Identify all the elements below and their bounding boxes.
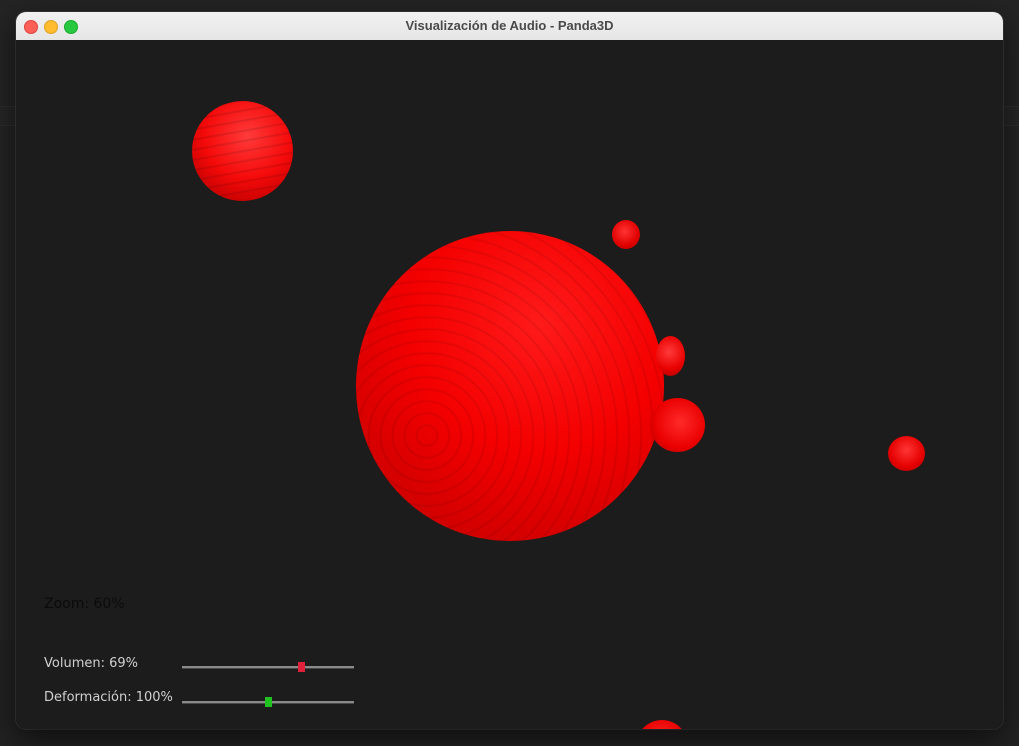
sphere-far-right [888, 436, 925, 471]
sphere-small-right-3 [650, 398, 705, 452]
deformation-label: Deformación: 100% [44, 690, 173, 705]
sphere-center-large [356, 231, 664, 541]
window-title: Visualización de Audio - Panda3D [405, 18, 614, 33]
deformation-slider[interactable] [182, 697, 354, 707]
sphere-small-right-2 [656, 336, 685, 376]
volume-slider-thumb[interactable] [297, 662, 305, 672]
render-viewport[interactable]: Zoom: 60% Volumen: 69% Deformación: 100% [16, 40, 1003, 729]
volume-slider[interactable] [182, 662, 354, 672]
sphere-top-left [192, 101, 293, 201]
sphere-bottom-partial [636, 720, 688, 729]
app-window: Visualización de Audio - Panda3D Zoom: 6… [16, 12, 1003, 729]
sphere-small-right-1 [612, 220, 640, 249]
zoom-label: Zoom: 60% [44, 596, 125, 612]
deformation-slider-thumb[interactable] [265, 697, 272, 707]
volume-slider-track[interactable] [182, 666, 354, 669]
volume-label: Volumen: 69% [44, 656, 138, 671]
title-bar[interactable]: Visualización de Audio - Panda3D [16, 12, 1003, 41]
